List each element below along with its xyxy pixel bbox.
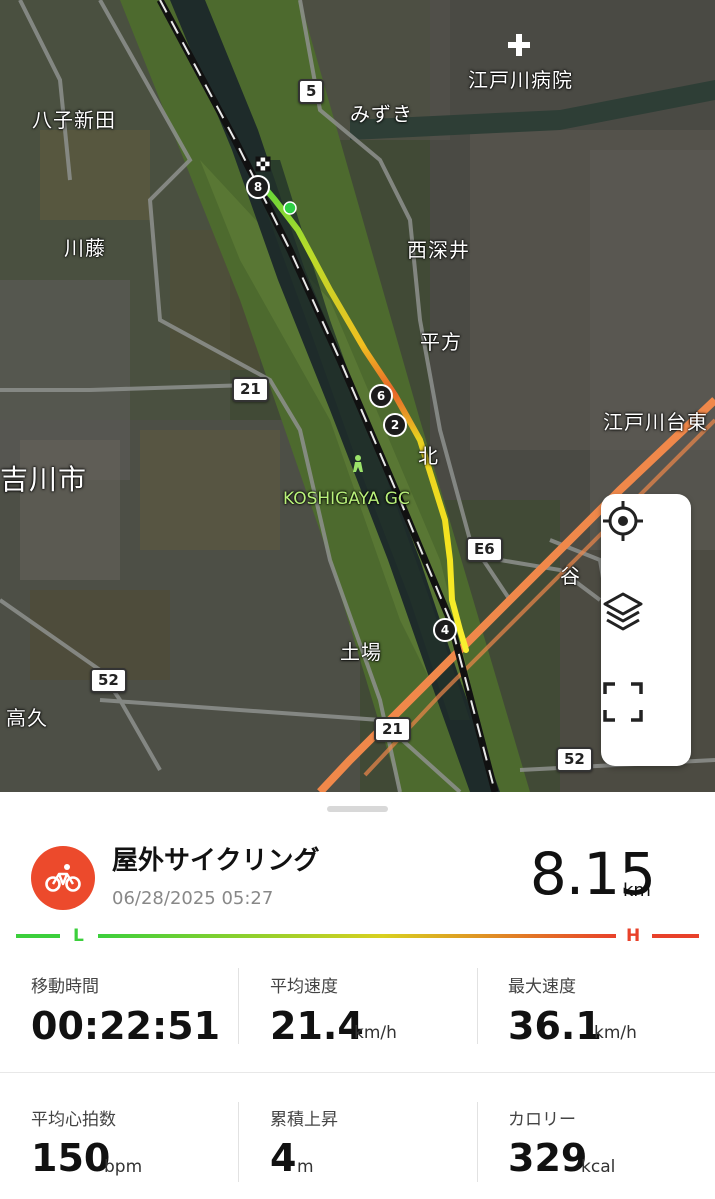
route-shield-21-north: 21 — [232, 377, 269, 402]
speed-scale-low: L — [73, 926, 84, 946]
fullscreen-button[interactable] — [601, 680, 691, 760]
max-speed-value: 36.1 — [508, 1004, 602, 1048]
calories-label: カロリー — [508, 1110, 576, 1130]
cycling-icon — [31, 846, 95, 910]
stat-divider — [477, 968, 478, 1044]
map-view[interactable]: 八子新田 川藤 吉川市 高久 みずき 西深井 平方 江戸川台東 江戸川病院 土場… — [0, 0, 715, 792]
elevation-gain-value: 4 — [270, 1136, 297, 1180]
km-marker-4[interactable]: 4 — [433, 618, 457, 642]
map-label-hospital: 江戸川病院 — [468, 68, 573, 92]
distance-unit: km — [623, 880, 651, 901]
map-label-hachijo: 八子新田 — [32, 108, 116, 132]
layers-button[interactable] — [601, 590, 691, 670]
elevation-gain-unit: m — [297, 1157, 314, 1177]
map-controls — [601, 494, 691, 766]
moving-time-value: 00:22:51 — [31, 1004, 221, 1048]
avg-heart-rate-unit: bpm — [104, 1157, 143, 1177]
route-shield-21-south: 21 — [374, 717, 411, 742]
activity-title: 屋外サイクリング — [112, 846, 320, 876]
avg-speed-label: 平均速度 — [270, 977, 338, 997]
speed-scale-bar — [16, 934, 699, 938]
map-label-doba: 土場 — [340, 640, 382, 664]
layers-icon — [603, 592, 643, 631]
route-shield-52-east: 52 — [556, 747, 593, 772]
max-speed-unit: km/h — [594, 1023, 637, 1043]
max-speed-label: 最大速度 — [508, 977, 576, 997]
activity-summary-sheet: 屋外サイクリング 06/28/2025 05:27 8.15 km L H 移動… — [0, 792, 715, 1199]
map-label-nishifukai: 西深井 — [407, 238, 470, 262]
elevation-gain-label: 累積上昇 — [270, 1110, 338, 1130]
avg-speed-unit: km/h — [354, 1023, 397, 1043]
calories-value: 329 — [508, 1136, 588, 1180]
avg-heart-rate-label: 平均心拍数 — [31, 1110, 116, 1130]
map-label-hirakata: 平方 — [420, 330, 462, 354]
stat-divider — [477, 1102, 478, 1182]
km-marker-8[interactable]: 8 — [246, 175, 270, 199]
map-label-golf: KOSHIGAYA GC — [283, 489, 410, 509]
route-shield-5: 5 — [298, 79, 325, 104]
locate-button[interactable] — [601, 499, 691, 579]
locate-icon — [603, 501, 643, 541]
map-label-yoshikawa: 吉川市 — [0, 463, 88, 496]
sheet-drag-handle[interactable] — [327, 806, 388, 812]
stat-divider — [238, 968, 239, 1044]
avg-speed-value: 21.4 — [270, 1004, 364, 1048]
map-label-takaku: 高久 — [6, 706, 48, 730]
route-shield-e6: E6 — [466, 537, 503, 562]
speed-scale-high: H — [626, 926, 641, 946]
map-label-edogawadai: 江戸川台東 — [603, 410, 708, 434]
map-label-tani: 谷 — [560, 564, 581, 588]
moving-time-label: 移動時間 — [31, 977, 99, 997]
km-marker-6[interactable]: 6 — [369, 384, 393, 408]
stat-divider — [238, 1102, 239, 1182]
fullscreen-icon — [603, 682, 643, 722]
km-marker-2[interactable]: 2 — [383, 413, 407, 437]
map-label-mizuki: みずき — [350, 102, 413, 126]
map-label-kawafuji: 川藤 — [64, 236, 106, 260]
activity-datetime: 06/28/2025 05:27 — [112, 888, 274, 909]
map-label-kita: 北 — [418, 444, 439, 468]
row-divider — [0, 1072, 715, 1073]
route-shield-52-west: 52 — [90, 668, 127, 693]
avg-heart-rate-value: 150 — [31, 1136, 111, 1180]
calories-unit: kcal — [581, 1157, 616, 1177]
